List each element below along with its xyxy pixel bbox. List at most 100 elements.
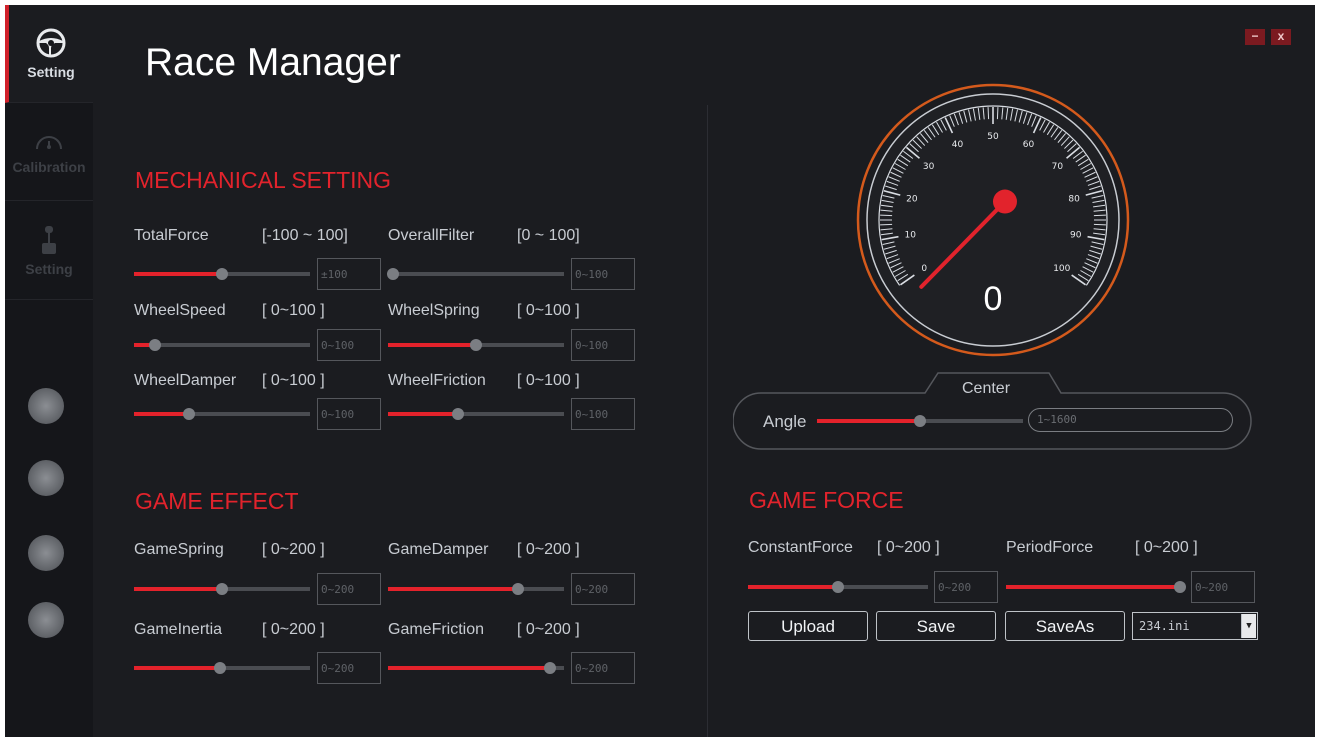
overallfilter-slider[interactable] <box>387 268 564 280</box>
chevron-down-icon[interactable]: ▼ <box>1241 614 1256 638</box>
constantforce-slider[interactable] <box>748 581 928 593</box>
gauge-tick-label: 60 <box>1023 140 1035 150</box>
app-window: Setting Calibration Setting Race Manager… <box>5 5 1315 737</box>
angle-input[interactable]: 1~1600 <box>1028 408 1233 432</box>
totalforce-input[interactable]: ±100 <box>317 258 381 290</box>
sidebar: Setting Calibration Setting <box>5 5 93 737</box>
gauge-tick <box>987 107 990 120</box>
steering-wheel-icon <box>36 28 66 57</box>
save-button[interactable]: Save <box>876 611 996 641</box>
profile-knob-2[interactable] <box>28 460 64 496</box>
gauge-tick-label: 70 <box>1052 162 1064 172</box>
force-range-periodforce: [ 0~200 ] <box>1135 539 1198 556</box>
profile-select-value: 234.ini <box>1139 619 1190 633</box>
gear-shifter-icon <box>42 225 56 254</box>
save-as-button[interactable]: SaveAs <box>1005 611 1125 641</box>
sidebar-item-shifter-setting[interactable]: Setting <box>5 202 93 300</box>
mech-label-wheelspring: WheelSpring <box>388 302 480 319</box>
game-force-section-title: GAME FORCE <box>749 487 904 513</box>
wheeldamper-input[interactable]: 0~100 <box>317 398 381 430</box>
app-title: Race Manager <box>145 41 401 84</box>
sidebar-item-label: Setting <box>27 63 75 80</box>
effect-range-gameinertia: [ 0~200 ] <box>262 621 325 638</box>
gauge-tick-label: 20 <box>906 194 918 204</box>
force-label-periodforce: PeriodForce <box>1006 539 1094 556</box>
mechanical-section-title: MECHANICAL SETTING <box>135 167 392 193</box>
mech-range-totalforce: [-100 ~ 100] <box>262 227 348 244</box>
gauge-tick-label: 50 <box>987 132 999 142</box>
effect-range-gamedamper: [ 0~200 ] <box>517 541 580 558</box>
effect-range-gamefriction: [ 0~200 ] <box>517 621 580 638</box>
gauge-tick-label: 100 <box>1053 264 1070 274</box>
effect-range-gamespring: [ 0~200 ] <box>262 541 325 558</box>
mech-label-wheelfriction: WheelFriction <box>388 372 486 389</box>
sidebar-item-label: Calibration <box>12 158 86 175</box>
wheeldamper-slider[interactable] <box>134 408 310 420</box>
sidebar-item-label: Setting <box>25 260 73 277</box>
wheelspring-slider[interactable] <box>388 339 564 351</box>
gamespring-slider[interactable] <box>134 583 310 595</box>
profile-knob-3[interactable] <box>28 535 64 571</box>
angle-slider[interactable] <box>817 415 1023 427</box>
periodforce-input[interactable]: 0~200 <box>1191 571 1255 603</box>
effect-label-gameinertia: GameInertia <box>134 621 223 638</box>
effect-label-gamespring: GameSpring <box>134 541 224 558</box>
gameinertia-slider[interactable] <box>134 662 310 674</box>
totalforce-slider[interactable] <box>134 268 310 280</box>
gauge-tick-label: 0 <box>921 264 927 274</box>
gauge-tick <box>1093 214 1106 217</box>
gameinertia-input[interactable]: 0~200 <box>317 652 381 684</box>
gamespring-input[interactable]: 0~200 <box>317 573 381 605</box>
mech-label-wheelspeed: WheelSpeed <box>134 302 226 319</box>
wheelfriction-input[interactable]: 0~100 <box>571 398 635 430</box>
mech-range-overallfilter: [0 ~ 100] <box>517 227 580 244</box>
gauge-tick-label: 40 <box>952 140 964 150</box>
gamedamper-input[interactable]: 0~200 <box>571 573 635 605</box>
mech-label-totalforce: TotalForce <box>134 227 209 244</box>
center-tab[interactable]: Center <box>962 380 1010 398</box>
sidebar-item-setting[interactable]: Setting <box>5 5 93 103</box>
profile-select[interactable]: 234.ini ▼ <box>1132 612 1258 640</box>
mech-label-overallfilter: OverallFilter <box>388 227 475 244</box>
angle-label: Angle <box>763 412 807 431</box>
gauge-tick-label: 90 <box>1070 231 1082 241</box>
mech-range-wheeldamper: [ 0~100 ] <box>262 372 325 389</box>
upload-button[interactable]: Upload <box>748 611 868 641</box>
minimize-button[interactable]: − <box>1245 29 1265 45</box>
effect-label-gamefriction: GameFriction <box>388 621 485 638</box>
force-label-constantforce: ConstantForce <box>748 539 853 556</box>
wheelspring-input[interactable]: 0~100 <box>571 329 635 361</box>
mech-range-wheelfriction: [ 0~100 ] <box>517 372 580 389</box>
gamefriction-input[interactable]: 0~200 <box>571 652 635 684</box>
wheelspeed-input[interactable]: 0~100 <box>317 329 381 361</box>
mech-label-wheeldamper: WheelDamper <box>134 372 237 389</box>
periodforce-slider[interactable] <box>1006 581 1186 593</box>
gauge-tick-label: 10 <box>905 231 917 241</box>
angle-gauge: 0 10 20 30 40 50 60 70 80 90 100 0 <box>856 83 1130 357</box>
close-button[interactable]: x <box>1271 29 1291 45</box>
mech-range-wheelspeed: [ 0~100 ] <box>262 302 325 319</box>
gauge-tick <box>880 214 893 217</box>
effect-label-gamedamper: GameDamper <box>388 541 489 558</box>
mech-range-wheelspring: [ 0~100 ] <box>517 302 580 319</box>
speedometer-icon <box>36 135 62 149</box>
panel-divider <box>707 105 708 737</box>
game-effect-section-title: GAME EFFECT <box>135 488 299 514</box>
gauge-tick <box>996 107 999 120</box>
gamedamper-slider[interactable] <box>388 583 564 595</box>
wheelspeed-slider[interactable] <box>134 339 310 351</box>
gauge-tick <box>1093 223 1106 226</box>
constantforce-input[interactable]: 0~200 <box>934 571 998 603</box>
profile-knob-4[interactable] <box>28 602 64 638</box>
gauge-hub <box>992 189 1017 214</box>
force-range-constantforce: [ 0~200 ] <box>877 539 940 556</box>
wheelfriction-slider[interactable] <box>388 408 564 420</box>
gauge-tick-label: 30 <box>923 162 935 172</box>
gauge-tick <box>880 223 893 226</box>
overallfilter-input[interactable]: 0~100 <box>571 258 635 290</box>
gamefriction-slider[interactable] <box>388 662 564 674</box>
gauge-tick-label: 80 <box>1068 194 1080 204</box>
sidebar-item-calibration[interactable]: Calibration <box>5 103 93 201</box>
profile-knob-1[interactable] <box>28 388 64 424</box>
gauge-value: 0 <box>984 280 1003 318</box>
